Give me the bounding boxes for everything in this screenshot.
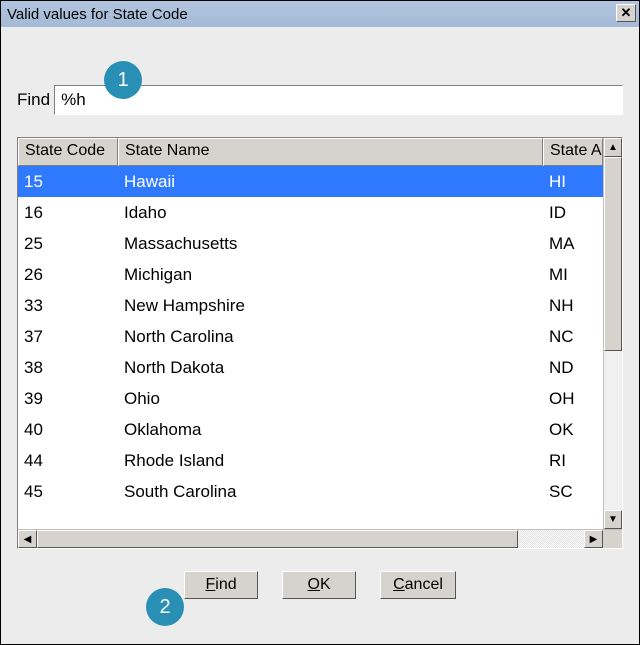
scroll-down-button[interactable]: ▼ [604,510,622,529]
table-row[interactable]: 26MichiganMI [18,259,603,290]
find-label: Find [17,90,50,110]
cell-state-abbr: ID [543,200,603,226]
table-row[interactable]: 39OhioOH [18,383,603,414]
horizontal-scrollbar[interactable]: ◀ ▶ [18,529,622,548]
scroll-up-button[interactable]: ▲ [604,138,622,157]
vertical-scrollbar[interactable]: ▲ ▼ [603,138,622,529]
window-title: Valid values for State Code [7,6,188,23]
close-button[interactable]: ✕ [616,4,636,22]
cell-state-code: 26 [18,262,118,288]
cell-state-code: 45 [18,479,118,505]
scrollbar-corner [603,530,622,548]
cell-state-code: 37 [18,324,118,350]
titlebar: Valid values for State Code ✕ [1,1,639,27]
cell-state-name: Ohio [118,386,543,412]
column-header-state-name[interactable]: State Name [118,138,543,166]
cancel-button[interactable]: Cancel [380,571,456,599]
cell-state-abbr: HI [543,169,603,195]
table-row[interactable]: 40OklahomaOK [18,414,603,445]
table-row[interactable]: 25MassachusettsMA [18,228,603,259]
horizontal-scroll-thumb[interactable] [37,530,518,548]
cell-state-code: 16 [18,200,118,226]
cell-state-abbr: MI [543,262,603,288]
column-header-state-code[interactable]: State Code [18,138,118,166]
cell-state-abbr: NC [543,324,603,350]
dialog-content: Find State Code State Name State A 15Haw… [1,27,639,644]
scroll-right-button[interactable]: ▶ [584,530,603,548]
cell-state-code: 38 [18,355,118,381]
vertical-scroll-track[interactable] [604,157,622,510]
annotation-step-1: 1 [104,61,142,99]
cell-state-name: Hawaii [118,169,543,195]
cell-state-code: 39 [18,386,118,412]
cell-state-name: North Dakota [118,355,543,381]
cell-state-name: Rhode Island [118,448,543,474]
table-row[interactable]: 44Rhode IslandRI [18,445,603,476]
ok-button[interactable]: OK [282,571,356,599]
cell-state-abbr: OH [543,386,603,412]
table-row[interactable]: 38North DakotaND [18,352,603,383]
table-row[interactable]: 45South CarolinaSC [18,476,603,507]
cell-state-code: 33 [18,293,118,319]
button-row: Find OK Cancel [17,571,623,599]
column-header-state-abbr[interactable]: State A [543,138,603,166]
cell-state-code: 25 [18,231,118,257]
cell-state-abbr: RI [543,448,603,474]
cell-state-name: New Hampshire [118,293,543,319]
table-row[interactable]: 37North CarolinaNC [18,321,603,352]
cell-state-name: Oklahoma [118,417,543,443]
table-row[interactable]: 15HawaiiHI [18,166,603,197]
horizontal-scroll-track[interactable] [37,530,584,548]
cell-state-name: Massachusetts [118,231,543,257]
cell-state-code: 15 [18,169,118,195]
cell-state-name: Idaho [118,200,543,226]
dialog-window: Valid values for State Code ✕ Find State… [0,0,640,645]
scroll-left-button[interactable]: ◀ [18,530,37,548]
cell-state-name: Michigan [118,262,543,288]
find-button[interactable]: Find [184,571,258,599]
cell-state-abbr: ND [543,355,603,381]
cell-state-abbr: MA [543,231,603,257]
cell-state-abbr: NH [543,293,603,319]
table-header: State Code State Name State A [18,138,603,166]
vertical-scroll-thumb[interactable] [604,157,622,351]
results-table: State Code State Name State A 15HawaiiHI… [17,137,623,549]
cell-state-abbr: OK [543,417,603,443]
cell-state-name: South Carolina [118,479,543,505]
annotation-step-2: 2 [146,588,184,626]
cell-state-name: North Carolina [118,324,543,350]
close-icon: ✕ [621,5,632,21]
table-row[interactable]: 33New HampshireNH [18,290,603,321]
cell-state-code: 44 [18,448,118,474]
cell-state-code: 40 [18,417,118,443]
cell-state-abbr: SC [543,479,603,505]
table-row[interactable]: 16IdahoID [18,197,603,228]
